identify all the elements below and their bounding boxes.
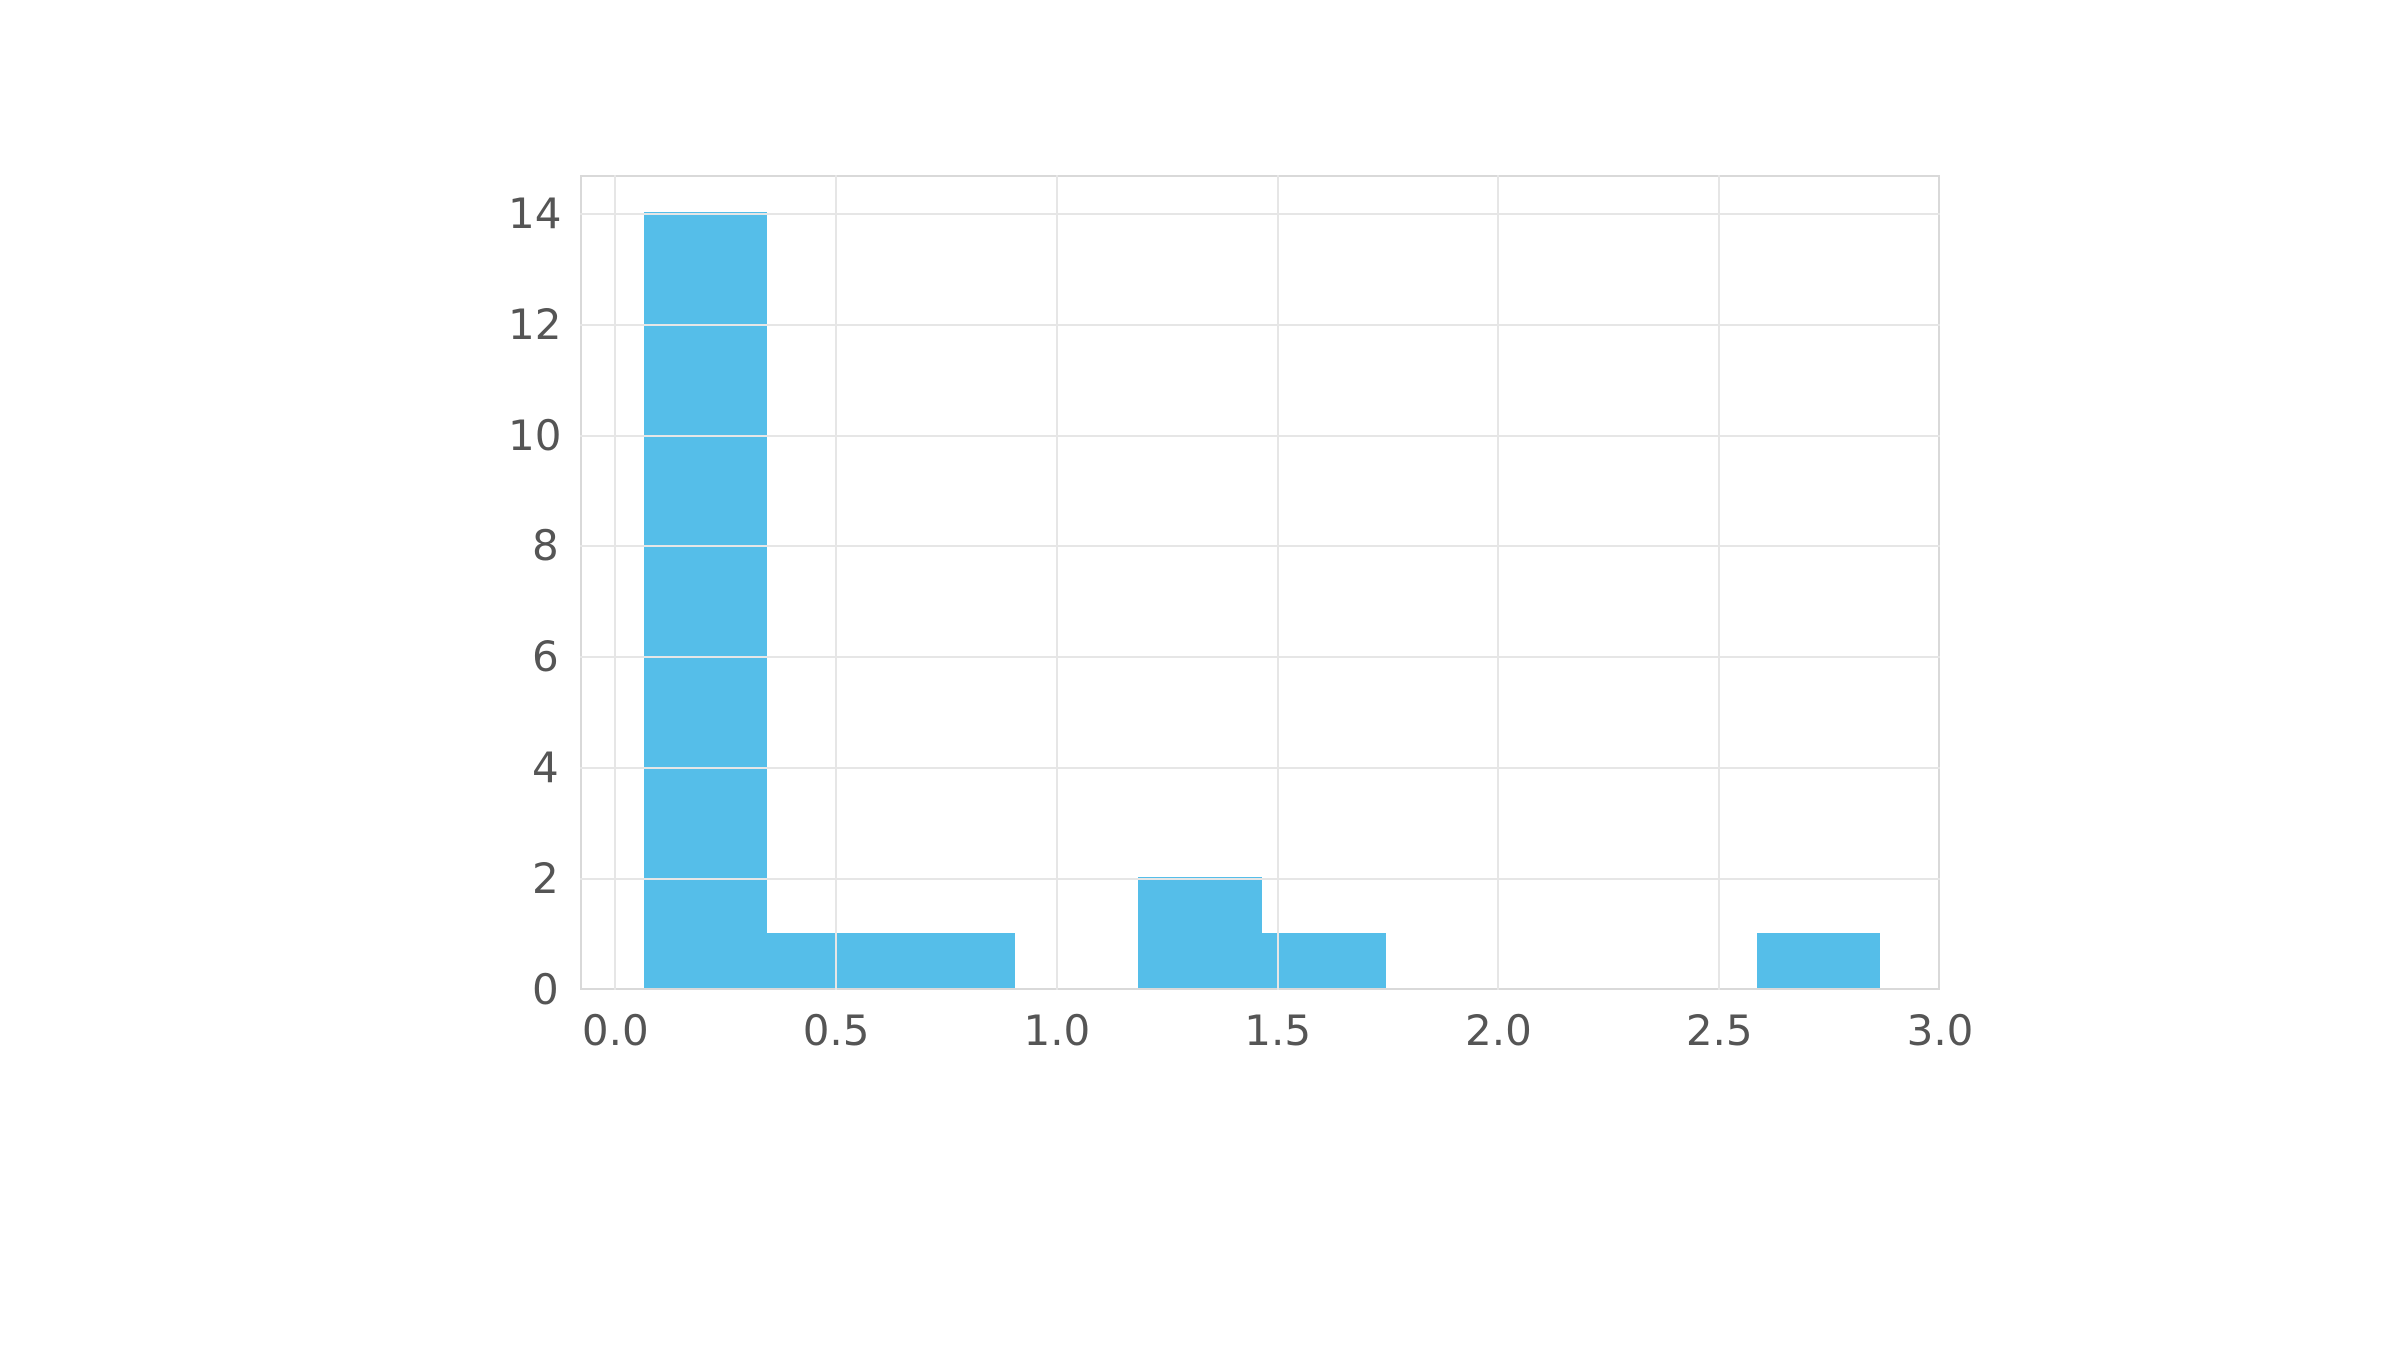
- histogram-bar: [767, 933, 891, 988]
- histogram-bar: [1757, 933, 1881, 988]
- grid-vline: [1056, 175, 1058, 990]
- y-tick-label: 6: [532, 636, 556, 678]
- histogram-bar: [644, 212, 768, 988]
- grid-vline: [1718, 175, 1720, 990]
- y-tick-label: 10: [508, 415, 556, 457]
- grid-hline: [580, 767, 1940, 769]
- chart-canvas: 0.0 0.5 1.0 1.5 2.0 2.5 3.0 0 2 4 6 8 10 12 14: [0, 0, 2400, 1350]
- x-tick-label: 0.0: [582, 1010, 649, 1052]
- y-tick-label: 0: [532, 969, 556, 1011]
- grid-hline: [580, 656, 1940, 658]
- grid-vline: [1497, 175, 1499, 990]
- x-tick-label: 2.0: [1465, 1010, 1532, 1052]
- grid-vline: [1277, 175, 1279, 990]
- histogram-bar: [1138, 877, 1262, 988]
- grid-vline: [835, 175, 837, 990]
- y-tick-label: 8: [532, 525, 556, 567]
- grid-vline: [614, 175, 616, 990]
- y-tick-label: 12: [508, 304, 556, 346]
- grid-hline: [580, 324, 1940, 326]
- histogram-bar: [891, 933, 1015, 988]
- histogram-bar: [1262, 933, 1386, 988]
- grid-hline: [580, 878, 1940, 880]
- x-tick-label: 1.0: [1023, 1010, 1090, 1052]
- y-tick-label: 2: [532, 858, 556, 900]
- x-tick-label: 1.5: [1244, 1010, 1311, 1052]
- grid-hline: [580, 435, 1940, 437]
- plot-area: [580, 175, 1940, 990]
- x-tick-label: 0.5: [803, 1010, 870, 1052]
- y-tick-label: 14: [508, 193, 556, 235]
- y-tick-label: 4: [532, 747, 556, 789]
- x-tick-label: 2.5: [1686, 1010, 1753, 1052]
- grid-hline: [580, 545, 1940, 547]
- x-tick-label: 3.0: [1907, 1010, 1974, 1052]
- grid-hline: [580, 213, 1940, 215]
